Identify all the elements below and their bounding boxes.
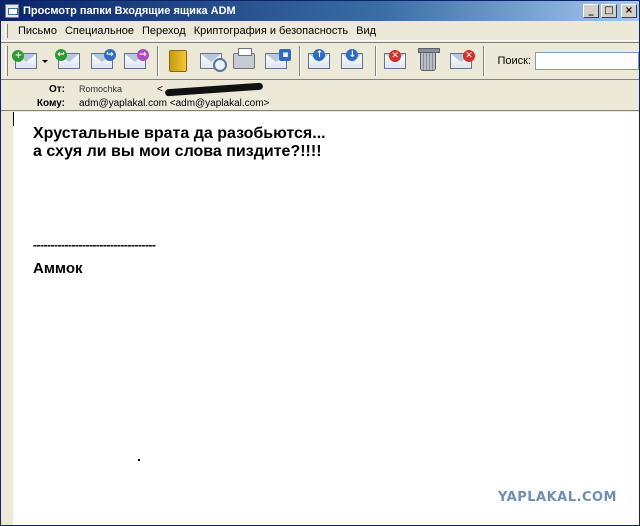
- new-mail-dropdown[interactable]: [41, 46, 49, 76]
- delete-icon: [418, 48, 441, 71]
- copy-button[interactable]: ↓: [338, 46, 367, 76]
- reply-all-button[interactable]: ↪: [87, 46, 116, 76]
- toolbar-separator: [157, 46, 160, 76]
- window-title: Просмотр папки Входящие ящика ADM: [23, 5, 236, 17]
- to-value[interactable]: adm@yaplakal.com <adm@yaplakal.com>: [79, 98, 269, 109]
- move-icon: ↑: [308, 49, 331, 69]
- new-mail-icon: +: [12, 50, 38, 69]
- stray-dot: [138, 459, 140, 461]
- redacted-email: [164, 82, 263, 96]
- address-book-button[interactable]: [163, 46, 192, 76]
- delete-forever-button[interactable]: ✕: [447, 46, 476, 76]
- new-mail-button[interactable]: +: [12, 46, 41, 76]
- window-controls: _ □ ×: [583, 4, 637, 18]
- mail-app-icon: [5, 4, 19, 18]
- signature-separator: -----------------------------------: [33, 238, 156, 252]
- mail-window: Просмотр папки Входящие ящика ADM _ □ × …: [0, 0, 640, 526]
- mark-button[interactable]: ✕: [381, 46, 410, 76]
- forward-icon: →: [123, 49, 149, 69]
- delete-button[interactable]: [414, 46, 443, 76]
- reply-all-icon: ↪: [90, 49, 116, 69]
- toolbar-grip[interactable]: [5, 46, 8, 76]
- from-email-bracket: <: [157, 83, 163, 95]
- toolbar-separator: [483, 46, 486, 76]
- site-watermark: YAPLAKAL.COM: [498, 490, 617, 505]
- message-line-2: а схуя ли вы мои слова пиздите?!!!!: [33, 143, 322, 160]
- minimize-button[interactable]: _: [583, 4, 599, 18]
- toolbar-separator: [374, 46, 377, 76]
- text-caret: [13, 112, 14, 126]
- to-label: Кому:: [36, 97, 65, 109]
- move-button[interactable]: ↑: [305, 46, 334, 76]
- menu-view[interactable]: Вид: [352, 25, 380, 37]
- from-label: От:: [48, 83, 65, 95]
- menu-go[interactable]: Переход: [138, 25, 190, 37]
- toolbar-separator: [298, 46, 301, 76]
- mark-icon: ✕: [384, 50, 407, 69]
- search-label: Поиск:: [497, 55, 531, 67]
- toolbar: + ↩ ↪ → ▪ ↑ ↓ ✕ ✕ Поиск:: [1, 42, 639, 80]
- menubar-grip[interactable]: [5, 23, 8, 38]
- print-icon: [232, 48, 255, 69]
- delete-forever-icon: ✕: [450, 50, 475, 69]
- message-header: От: Romochka < Кому: adm@yaplakal.com <a…: [1, 81, 639, 111]
- from-row: От: Romochka <: [1, 82, 263, 96]
- find-icon: [199, 53, 227, 72]
- reply-button[interactable]: ↩: [55, 46, 84, 76]
- print-button[interactable]: [229, 46, 258, 76]
- address-book-icon: [168, 50, 187, 72]
- title-bar[interactable]: Просмотр папки Входящие ящика ADM _ □ ×: [1, 1, 639, 21]
- menu-special[interactable]: Специальное: [61, 25, 138, 37]
- menu-bar: Письмо Специальное Переход Криптография …: [1, 21, 639, 41]
- save-icon: ▪: [265, 49, 292, 69]
- signature: Аммок: [33, 260, 83, 277]
- save-button[interactable]: ▪: [262, 46, 292, 76]
- message-body[interactable]: Хрустальные врата да разобьются... а сху…: [13, 112, 639, 525]
- to-row: Кому: adm@yaplakal.com <adm@yaplakal.com…: [1, 96, 270, 110]
- from-name[interactable]: Romochka: [79, 84, 157, 94]
- copy-icon: ↓: [341, 49, 364, 69]
- message-line-1: Хрустальные врата да разобьются...: [33, 125, 326, 142]
- search-input[interactable]: [535, 52, 639, 70]
- forward-button[interactable]: →: [120, 46, 149, 76]
- menu-letter[interactable]: Письмо: [14, 25, 61, 37]
- maximize-button[interactable]: □: [601, 4, 617, 18]
- reply-icon: ↩: [55, 49, 81, 69]
- find-button[interactable]: [196, 46, 227, 76]
- menu-crypto[interactable]: Криптография и безопасность: [190, 25, 352, 37]
- close-button[interactable]: ×: [621, 4, 637, 18]
